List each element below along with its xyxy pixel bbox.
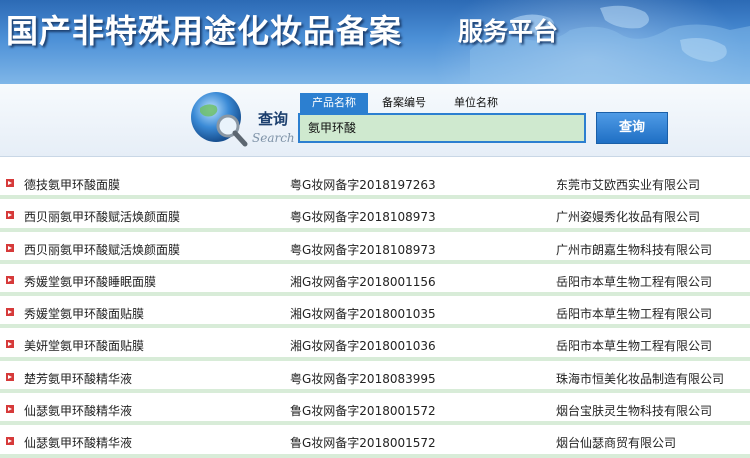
company-name: 烟台仙瑟商贸有限公司 — [556, 436, 677, 451]
company-name: 广州市朗嘉生物科技有限公司 — [556, 242, 713, 257]
list-item[interactable]: 美妍堂氨甲环酸面贴膜 湘G妆网备字2018001036 岳阳市本草生物工程有限公… — [0, 328, 750, 361]
record-number: 粤G妆网备字2018197263 — [290, 178, 436, 192]
bullet-arrow-icon — [6, 308, 14, 317]
record-number: 湘G妆网备字2018001036 — [290, 339, 436, 354]
search-logo: 查询 Search — [190, 90, 300, 152]
record-number: 鲁G妆网备字2018001572 — [290, 404, 436, 419]
search-panel: 查询 Search 产品名称 备案编号 单位名称 氨甲环酸 查询 — [0, 84, 750, 157]
tab-record-number[interactable]: 备案编号 — [372, 93, 436, 113]
record-number: 粤G妆网备字2018108973 — [290, 210, 436, 225]
globe-magnifier-icon — [191, 92, 248, 147]
bullet-arrow-icon — [6, 372, 14, 381]
company-name: 岳阳市本草生物工程有限公司 — [556, 307, 713, 322]
product-name-link[interactable]: 德技氨甲环酸面膜 — [24, 176, 120, 193]
product-name-link[interactable]: 西贝丽氨甲环酸赋活焕颜面膜 — [24, 241, 180, 258]
bullet-arrow-icon — [6, 179, 14, 187]
record-number: 粤G妆网备字2018108973 — [290, 242, 436, 257]
product-name-link[interactable]: 秀媛堂氨甲环酸面贴膜 — [24, 305, 144, 322]
product-name-link[interactable]: 仙瑟氨甲环酸精华液 — [24, 434, 132, 451]
product-name-link[interactable]: 西贝丽氨甲环酸赋活焕颜面膜 — [24, 208, 180, 225]
list-item[interactable]: 秀媛堂氨甲环酸睡眠面膜 湘G妆网备字2018001156 岳阳市本草生物工程有限… — [0, 264, 750, 297]
record-number: 鲁G妆网备字2018001572 — [290, 436, 436, 451]
site-banner: 国产非特殊用途化妆品备案 服务平台 — [0, 0, 750, 84]
product-name-link[interactable]: 秀媛堂氨甲环酸睡眠面膜 — [24, 273, 156, 290]
banner-title: 国产非特殊用途化妆品备案 — [6, 12, 403, 50]
company-name: 岳阳市本草生物工程有限公司 — [556, 274, 713, 289]
record-number: 粤G妆网备字2018083995 — [290, 371, 436, 386]
search-logo-subtext: Search — [252, 131, 295, 145]
bullet-arrow-icon — [6, 405, 14, 414]
list-item[interactable]: 仙瑟氨甲环酸精华液 鲁G妆网备字2018001572 烟台宝肤灵生物科技有限公司 — [0, 393, 750, 426]
banner-subtitle: 服务平台 — [458, 17, 559, 46]
company-name: 东莞市艾欧西实业有限公司 — [556, 178, 701, 192]
company-name: 珠海市恒美化妆品制造有限公司 — [556, 371, 725, 386]
tab-company-name[interactable]: 单位名称 — [444, 93, 508, 113]
results-list: 德技氨甲环酸面膜 粤G妆网备字2018197263 东莞市艾欧西实业有限公司 西… — [0, 167, 750, 458]
list-item[interactable]: 楚芳氨甲环酸精华液 粤G妆网备字2018083995 珠海市恒美化妆品制造有限公… — [0, 361, 750, 394]
bullet-arrow-icon — [6, 275, 14, 284]
bullet-arrow-icon — [6, 340, 14, 349]
bullet-arrow-icon — [6, 211, 14, 220]
bullet-arrow-icon — [6, 243, 14, 252]
record-number: 湘G妆网备字2018001035 — [290, 307, 436, 322]
list-item[interactable]: 德技氨甲环酸面膜 粤G妆网备字2018197263 东莞市艾欧西实业有限公司 — [0, 167, 750, 200]
search-logo-text: 查询 — [258, 110, 289, 128]
company-name: 岳阳市本草生物工程有限公司 — [556, 339, 713, 354]
company-name: 广州姿嫚秀化妆品有限公司 — [556, 210, 701, 225]
bullet-arrow-icon — [6, 437, 14, 446]
product-name-link[interactable]: 楚芳氨甲环酸精华液 — [24, 370, 132, 387]
search-input[interactable]: 氨甲环酸 — [298, 113, 586, 143]
search-button[interactable]: 查询 — [596, 112, 668, 144]
product-name-link[interactable]: 美妍堂氨甲环酸面贴膜 — [24, 337, 144, 354]
company-name: 烟台宝肤灵生物科技有限公司 — [556, 404, 713, 419]
list-item[interactable]: 仙瑟氨甲环酸精华液 鲁G妆网备字2018001572 烟台仙瑟商贸有限公司 — [0, 425, 750, 458]
record-number: 湘G妆网备字2018001156 — [290, 274, 436, 289]
search-type-tabs: 产品名称 备案编号 单位名称 — [300, 93, 508, 113]
list-item[interactable]: 秀媛堂氨甲环酸面贴膜 湘G妆网备字2018001035 岳阳市本草生物工程有限公… — [0, 296, 750, 329]
product-name-link[interactable]: 仙瑟氨甲环酸精华液 — [24, 402, 132, 419]
list-item[interactable]: 西贝丽氨甲环酸赋活焕颜面膜 粤G妆网备字2018108973 广州姿嫚秀化妆品有… — [0, 199, 750, 232]
list-item[interactable]: 西贝丽氨甲环酸赋活焕颜面膜 粤G妆网备字2018108973 广州市朗嘉生物科技… — [0, 232, 750, 264]
tab-product-name[interactable]: 产品名称 — [300, 93, 368, 113]
